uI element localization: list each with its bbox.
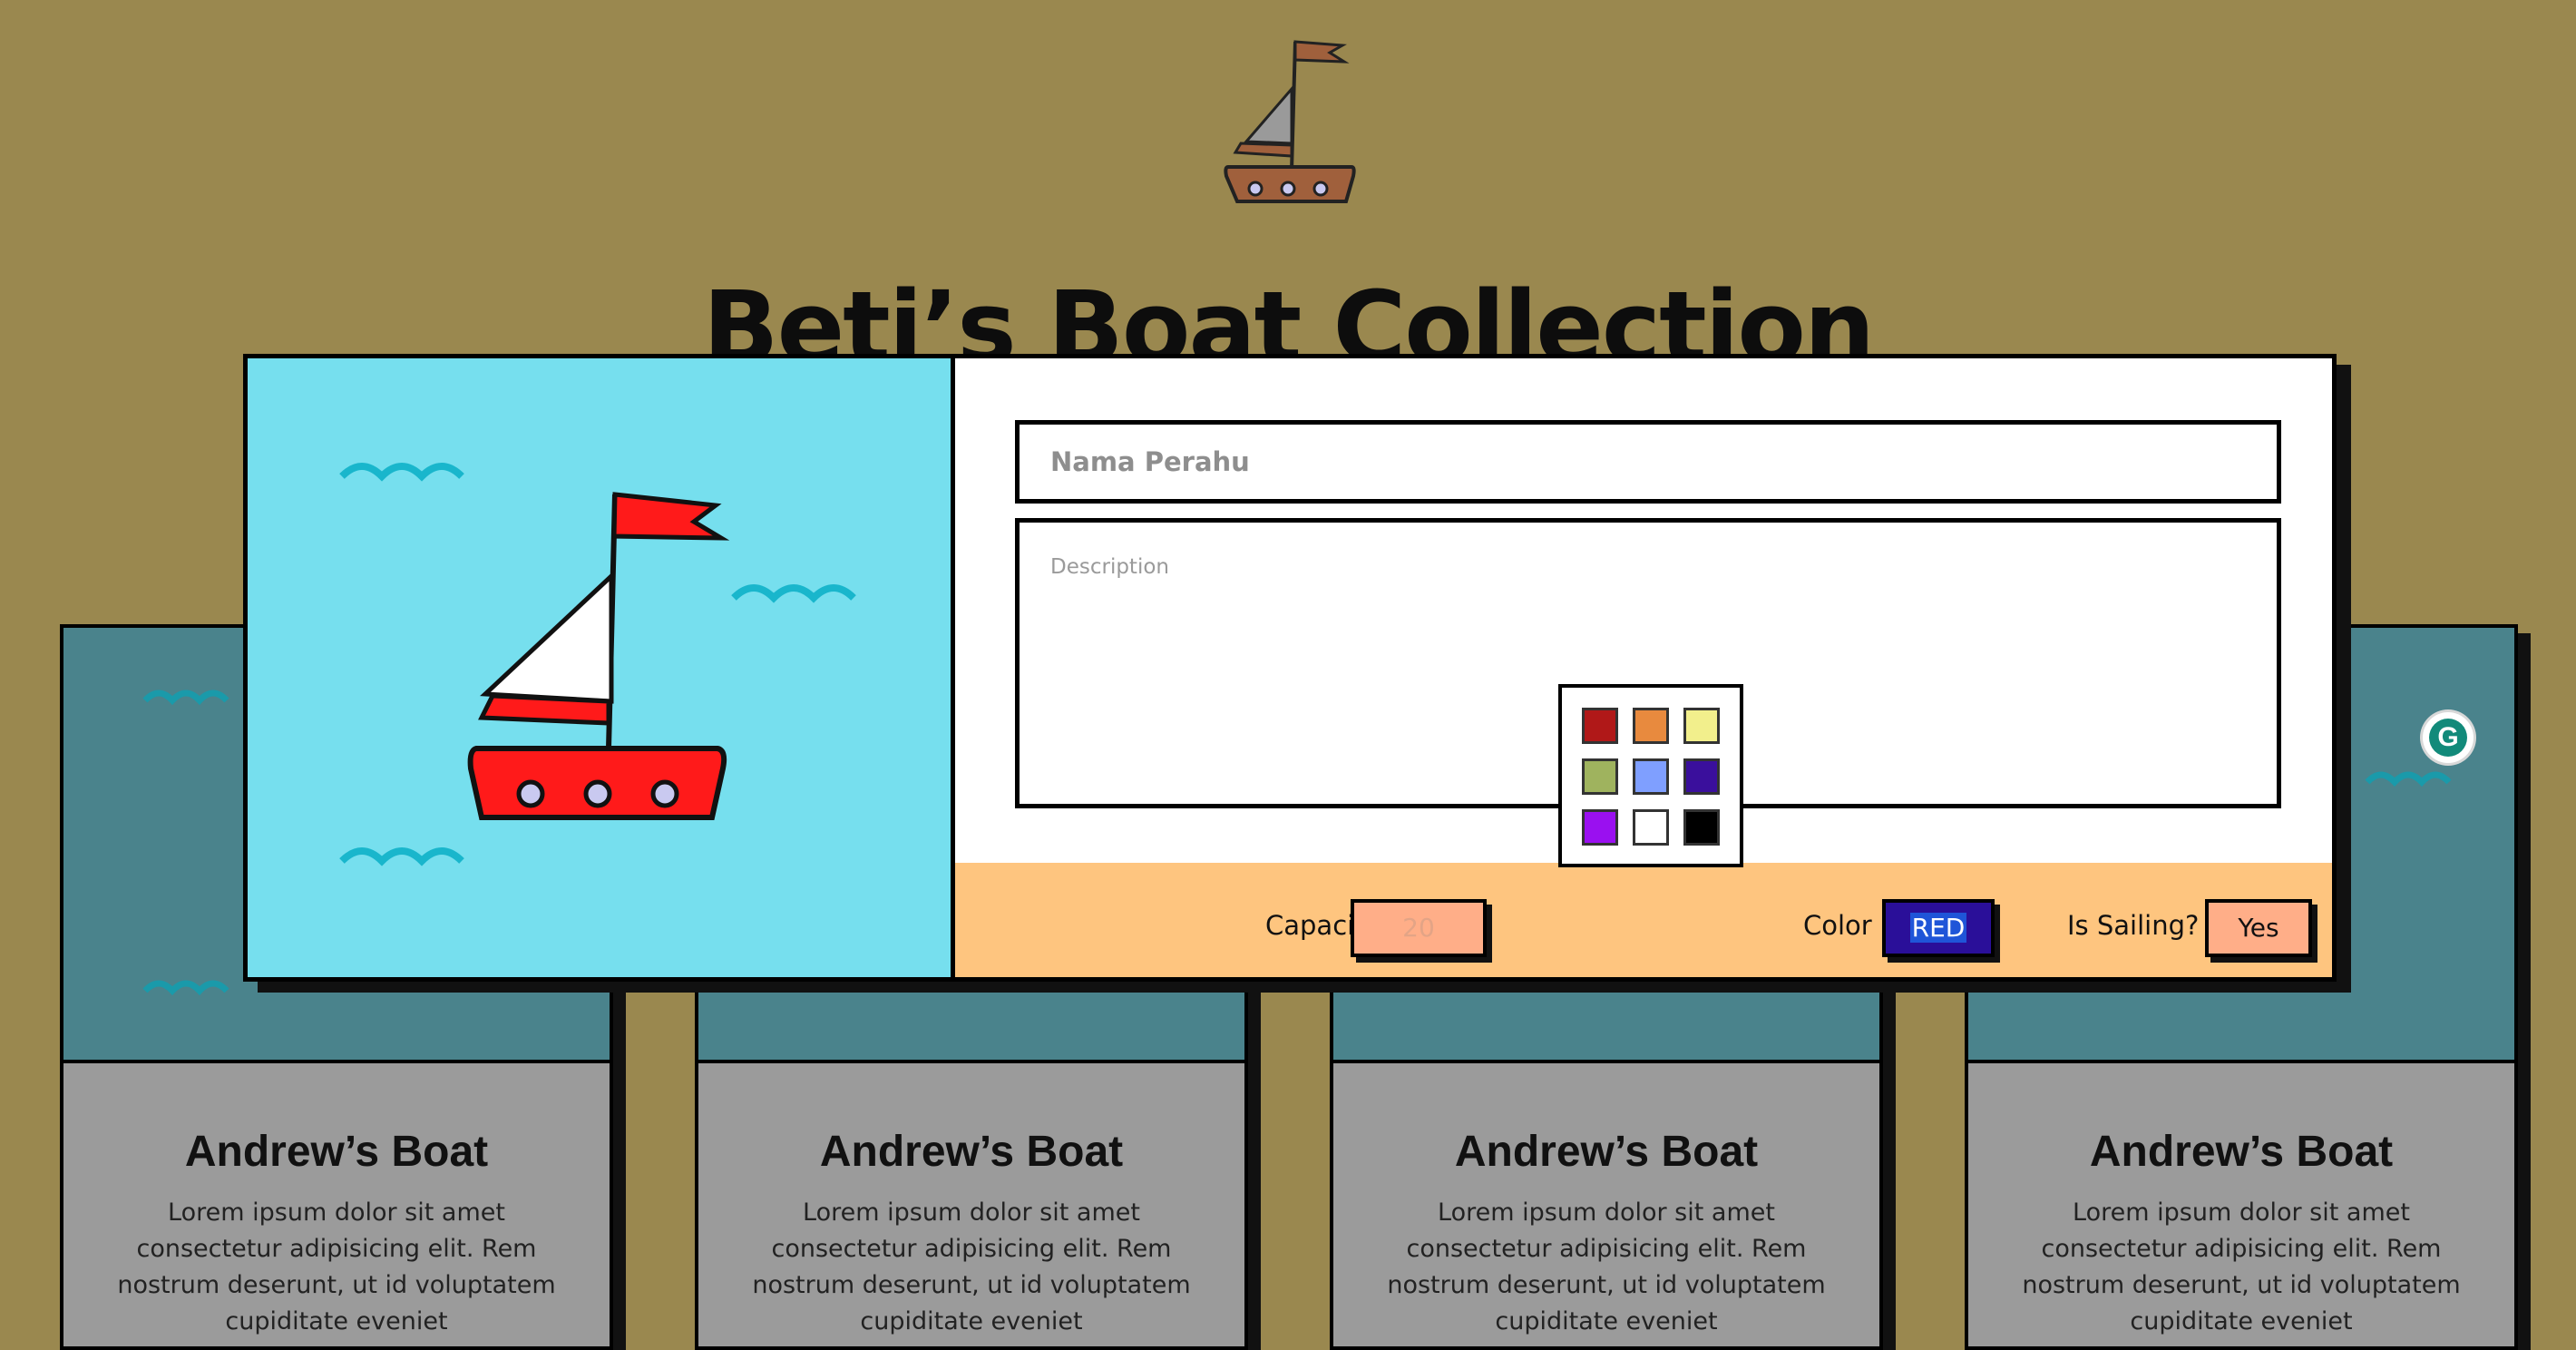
card-description: Lorem ipsum dolor sit amet consectetur a… [752, 1198, 1191, 1335]
color-select[interactable]: RED [1882, 899, 1995, 957]
swatch-purple[interactable] [1582, 809, 1618, 846]
sailing-label: Is Sailing? [2067, 910, 2200, 941]
swatch-light-yellow[interactable] [1683, 708, 1720, 744]
swatch-indigo[interactable] [1683, 758, 1720, 795]
capacity-input[interactable]: 20 [1351, 899, 1487, 957]
grammarly-g: G [2429, 719, 2467, 757]
boat-form: G Capacity 20 Color RED Is Sailing? Yes [955, 358, 2474, 977]
card-description: Lorem ipsum dolor sit amet consectetur a… [1387, 1198, 1826, 1335]
swatch-black[interactable] [1683, 809, 1720, 846]
card-description: Lorem ipsum dolor sit amet consectetur a… [117, 1198, 556, 1335]
swatch-white[interactable] [1633, 809, 1669, 846]
card-description: Lorem ipsum dolor sit amet consectetur a… [2022, 1198, 2461, 1335]
add-boat-modal: G Capacity 20 Color RED Is Sailing? Yes [243, 354, 2474, 982]
swatch-orange[interactable] [1633, 708, 1669, 744]
swatch-red[interactable] [1582, 708, 1618, 744]
color-picker [1558, 684, 1743, 867]
color-value: RED [1909, 913, 1967, 943]
card-title: Andrew’s Boat [1454, 1128, 1759, 1176]
boat-preview [248, 358, 955, 977]
sailboat-icon [339, 463, 856, 866]
card-title: Andrew’s Boat [184, 1128, 489, 1176]
color-label: Color [1803, 910, 1872, 941]
sailing-toggle[interactable]: Yes [2205, 899, 2312, 957]
boat-properties-bar: Capacity 20 Color RED Is Sailing? Yes [955, 863, 2332, 977]
boat-logo-icon [1224, 40, 1356, 203]
swatch-olive-green[interactable] [1582, 758, 1618, 795]
boat-name-input[interactable] [1015, 420, 2281, 504]
grammarly-icon[interactable]: G [2423, 712, 2474, 763]
card-title: Andrew’s Boat [2089, 1128, 2394, 1176]
swatch-light-blue[interactable] [1633, 758, 1669, 795]
card-title: Andrew’s Boat [819, 1128, 1124, 1176]
